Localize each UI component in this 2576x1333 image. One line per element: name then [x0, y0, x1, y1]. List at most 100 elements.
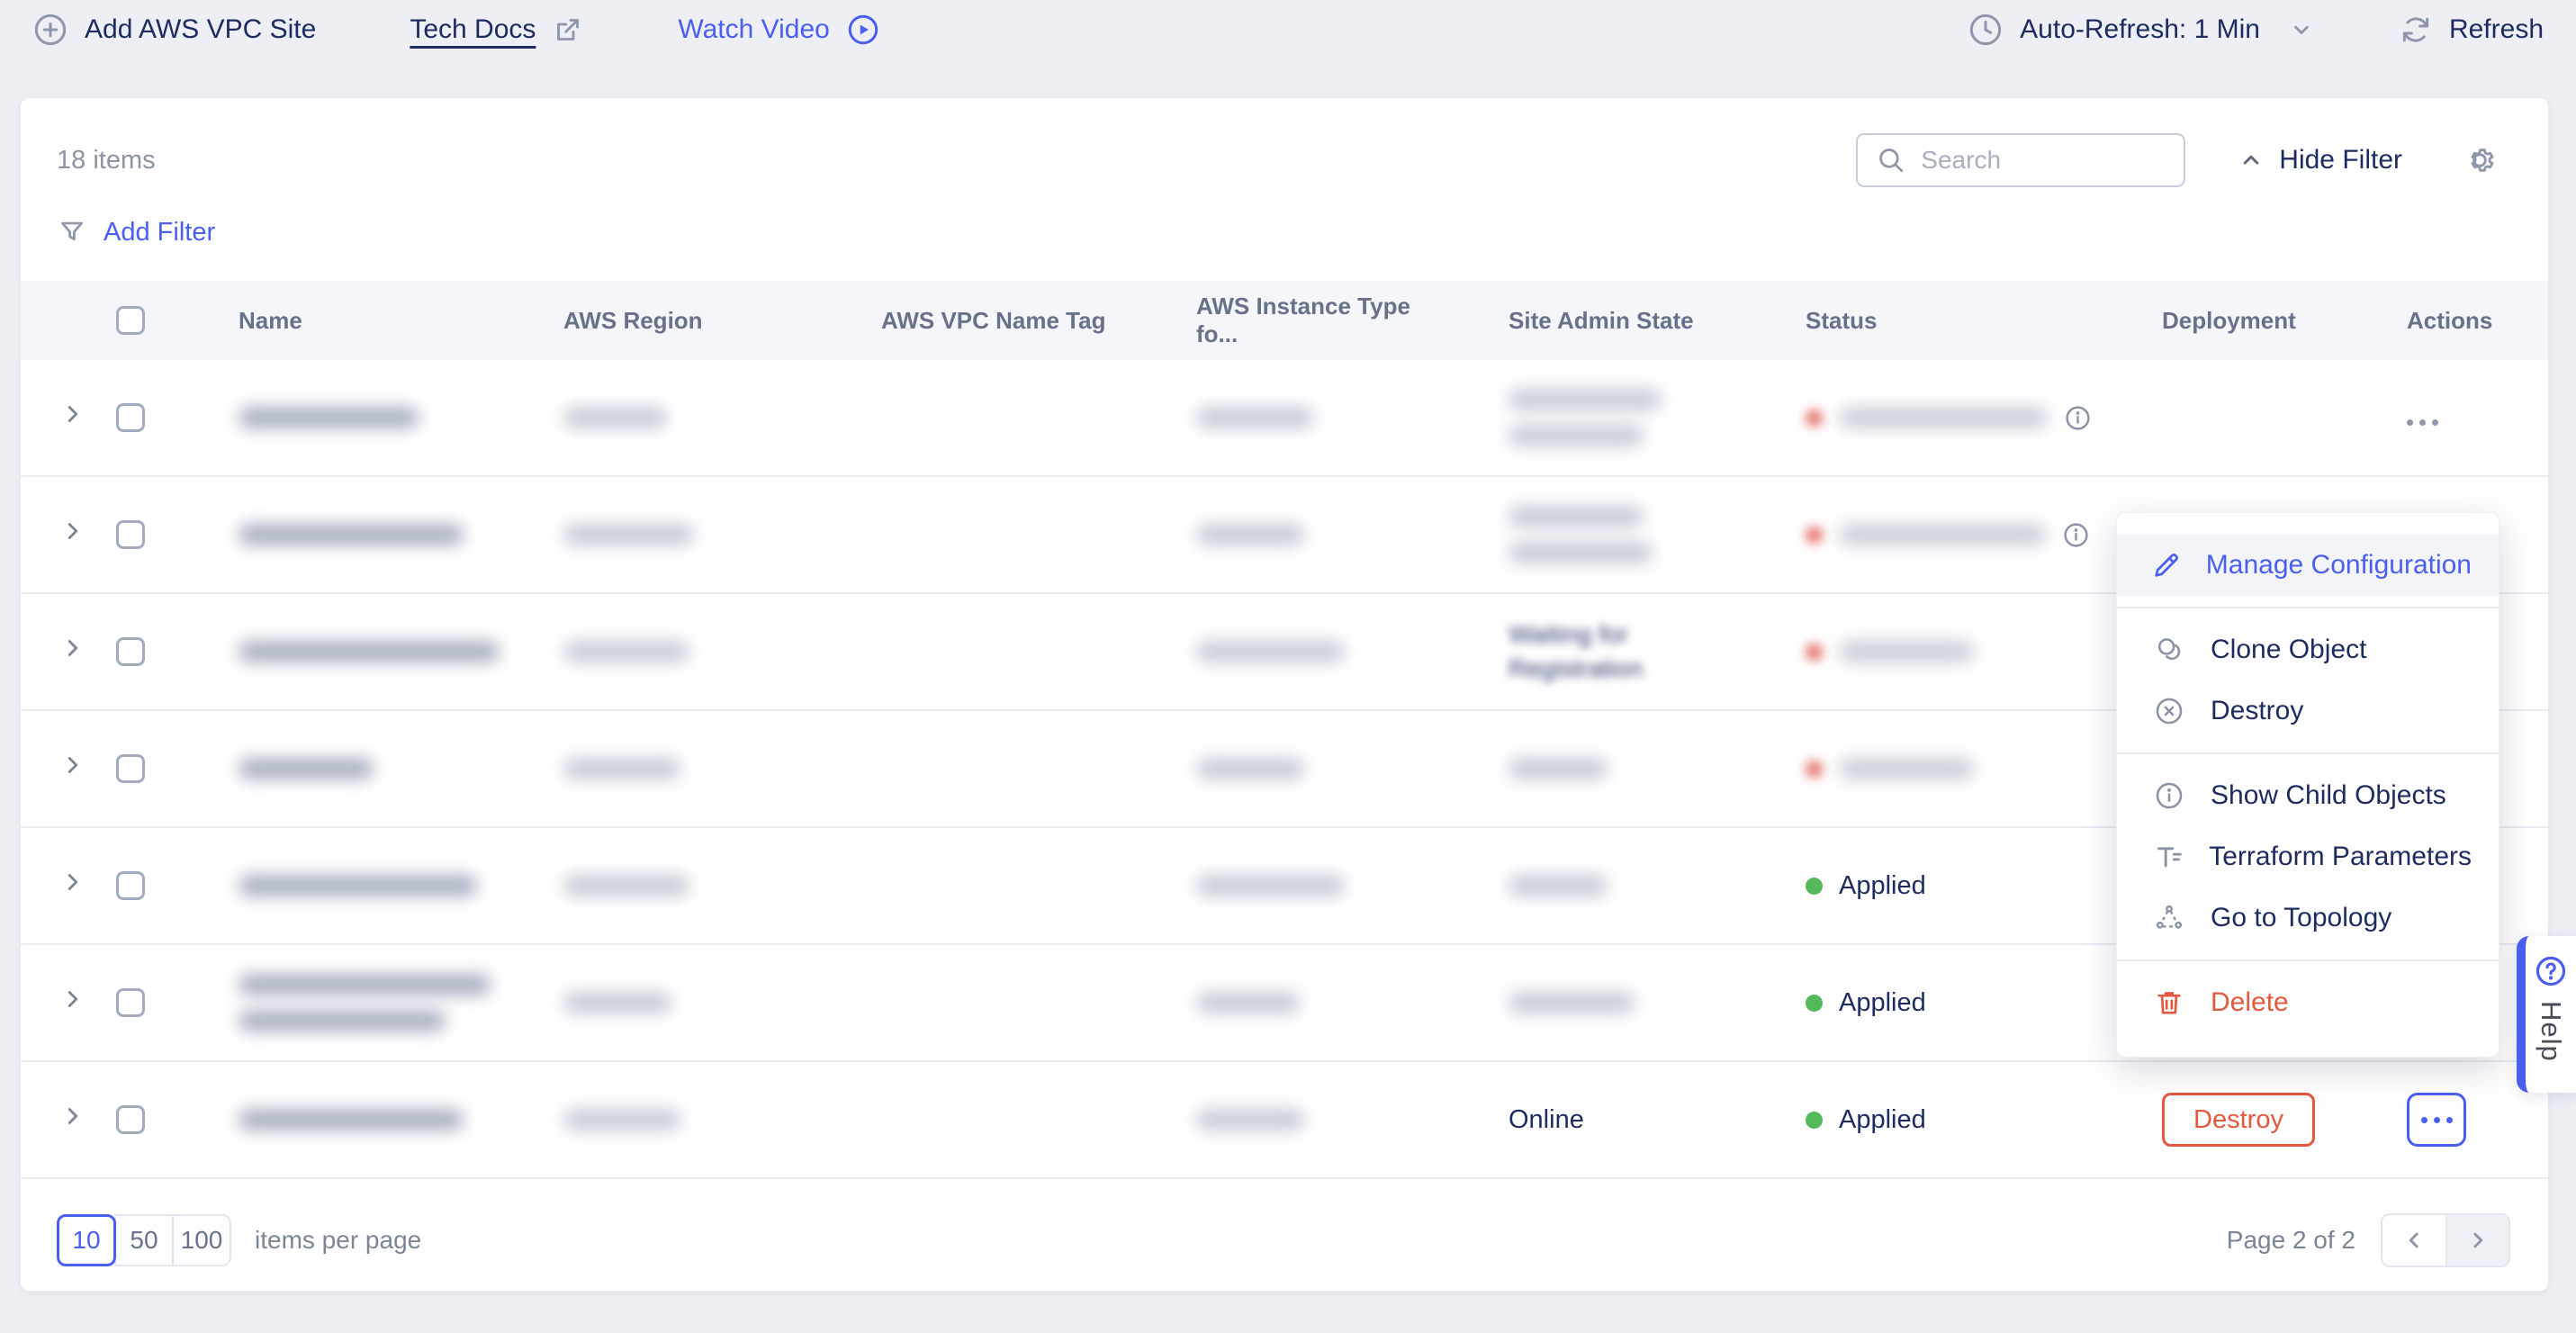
add-aws-vpc-site-button[interactable]: Add AWS VPC Site [32, 12, 316, 48]
aws-region-redacted [563, 875, 811, 896]
column-header-site-admin-state[interactable]: Site Admin State [1438, 307, 1735, 335]
page-size-100[interactable]: 100 [172, 1214, 231, 1266]
site-admin-state-redacted [1509, 506, 1735, 563]
status-dot [1806, 1112, 1823, 1129]
menu-item-delete[interactable]: Delete [2117, 972, 2499, 1033]
row-expand-chevron[interactable] [59, 635, 86, 669]
aws-region-redacted [563, 524, 811, 545]
site-name-link-redacted[interactable] [239, 524, 493, 545]
add-filter-label: Add Filter [104, 218, 215, 248]
sites-table-panel: 18 items Hide Filter [20, 97, 2549, 1292]
menu-item-manage-configuration[interactable]: Manage Configuration [2117, 535, 2499, 596]
site-name-link-redacted[interactable] [239, 407, 493, 428]
instance-type-redacted [1196, 407, 1438, 428]
topology-icon [2151, 903, 2187, 933]
site-admin-state-redacted [1509, 992, 1735, 1013]
column-header-vpc-name-tag[interactable]: AWS VPC Name Tag [811, 307, 1126, 335]
auto-refresh-dropdown[interactable]: Auto-Refresh: 1 Min [1968, 12, 2314, 48]
add-filter-button[interactable]: Add Filter [57, 217, 215, 248]
status-value: Applied [1839, 988, 1926, 1018]
instance-type-redacted [1196, 875, 1438, 896]
status-redacted [1839, 407, 2048, 428]
clone-icon [2151, 635, 2187, 665]
search-icon [1876, 145, 1906, 176]
refresh-button[interactable]: Refresh [2399, 13, 2544, 47]
tech-docs-link[interactable]: Tech Docs [410, 14, 584, 46]
table-row [21, 360, 2548, 477]
page-size-group: 1050100 [57, 1214, 231, 1266]
row-checkbox[interactable] [116, 988, 145, 1017]
row-expand-chevron[interactable] [59, 401, 86, 435]
aws-region-redacted [563, 641, 811, 662]
next-page-button[interactable] [2445, 1215, 2508, 1265]
gear-icon[interactable] [2462, 142, 2498, 178]
aws-region-redacted [563, 1109, 811, 1130]
chevron-up-icon [2238, 147, 2265, 174]
menu-item-destroy[interactable]: Destroy [2117, 680, 2499, 742]
site-name-link-redacted[interactable] [239, 974, 493, 1031]
hide-filter-toggle[interactable]: Hide Filter [2238, 145, 2402, 176]
page-size-50[interactable]: 50 [114, 1214, 174, 1266]
previous-page-button[interactable] [2382, 1215, 2445, 1265]
help-tab[interactable]: Help [2517, 936, 2576, 1093]
row-checkbox[interactable] [116, 520, 145, 549]
tech-docs-label: Tech Docs [410, 14, 536, 45]
status-info-icon[interactable] [2062, 521, 2090, 549]
row-expand-chevron[interactable] [59, 986, 86, 1020]
play-circle-icon [846, 13, 880, 47]
menu-item-show-child-objects[interactable]: Show Child Objects [2117, 765, 2499, 826]
menu-divider [2117, 959, 2499, 961]
row-expand-chevron[interactable] [59, 752, 86, 786]
row-expand-chevron[interactable] [59, 518, 86, 552]
items-count: 18 items [57, 146, 156, 176]
auto-refresh-label: Auto-Refresh: 1 Min [2020, 14, 2260, 45]
site-name-link-redacted[interactable] [239, 875, 493, 896]
search-box [1856, 133, 2185, 187]
site-admin-state-redacted [1509, 389, 1735, 446]
chevron-down-icon [2289, 17, 2314, 42]
row-actions-menu-button[interactable] [2407, 419, 2438, 426]
menu-item-label: Go to Topology [2211, 903, 2391, 933]
search-input[interactable] [1921, 146, 2166, 175]
status-info-icon[interactable] [2064, 404, 2092, 432]
column-header-instance-type[interactable]: AWS Instance Type fo... [1126, 293, 1438, 348]
external-link-icon [552, 14, 584, 46]
menu-item-clone-object[interactable]: Clone Object [2117, 619, 2499, 680]
menu-item-go-to-topology[interactable]: Go to Topology [2117, 887, 2499, 949]
row-expand-chevron[interactable] [59, 869, 86, 903]
row-checkbox[interactable] [116, 754, 145, 783]
row-checkbox[interactable] [116, 637, 145, 666]
site-name-link-redacted[interactable] [239, 641, 493, 662]
clock-icon [1968, 12, 2004, 48]
site-admin-state-value: Online [1509, 1105, 1584, 1134]
aws-vpc-sites-screen: Add AWS VPC Site Tech Docs Watch Video A… [0, 0, 2576, 1333]
row-actions-menu-button-active[interactable] [2407, 1093, 2466, 1147]
status-dot [1806, 527, 1823, 544]
row-checkbox[interactable] [116, 1105, 145, 1134]
refresh-icon [2399, 13, 2433, 47]
site-name-link-redacted[interactable] [239, 1109, 493, 1130]
row-checkbox[interactable] [116, 403, 145, 432]
row-expand-chevron[interactable] [59, 1103, 86, 1137]
menu-item-terraform-parameters[interactable]: Terraform Parameters [2117, 826, 2499, 887]
instance-type-redacted [1196, 524, 1438, 545]
site-admin-state-redacted [1509, 875, 1735, 896]
select-all-checkbox[interactable] [116, 306, 145, 335]
menu-divider [2117, 607, 2499, 608]
page-size-10[interactable]: 10 [57, 1214, 116, 1266]
column-header-aws-region[interactable]: AWS Region [493, 307, 811, 335]
status-redacted [1839, 641, 1974, 662]
question-circle-icon [2534, 954, 2568, 988]
topbar: Add AWS VPC Site Tech Docs Watch Video A… [0, 0, 2576, 59]
column-header-actions: Actions [2337, 307, 2550, 335]
site-name-link-redacted[interactable] [239, 758, 493, 779]
trash-icon [2151, 987, 2187, 1018]
page-nav-group [2381, 1213, 2510, 1267]
help-label: Help [2535, 1001, 2567, 1062]
row-checkbox[interactable] [116, 871, 145, 900]
column-header-status[interactable]: Status [1735, 307, 2092, 335]
watch-video-link[interactable]: Watch Video [678, 13, 879, 47]
column-header-deployment[interactable]: Deployment [2092, 307, 2337, 335]
column-header-name[interactable]: Name [168, 307, 493, 335]
destroy-button[interactable]: Destroy [2162, 1093, 2315, 1147]
